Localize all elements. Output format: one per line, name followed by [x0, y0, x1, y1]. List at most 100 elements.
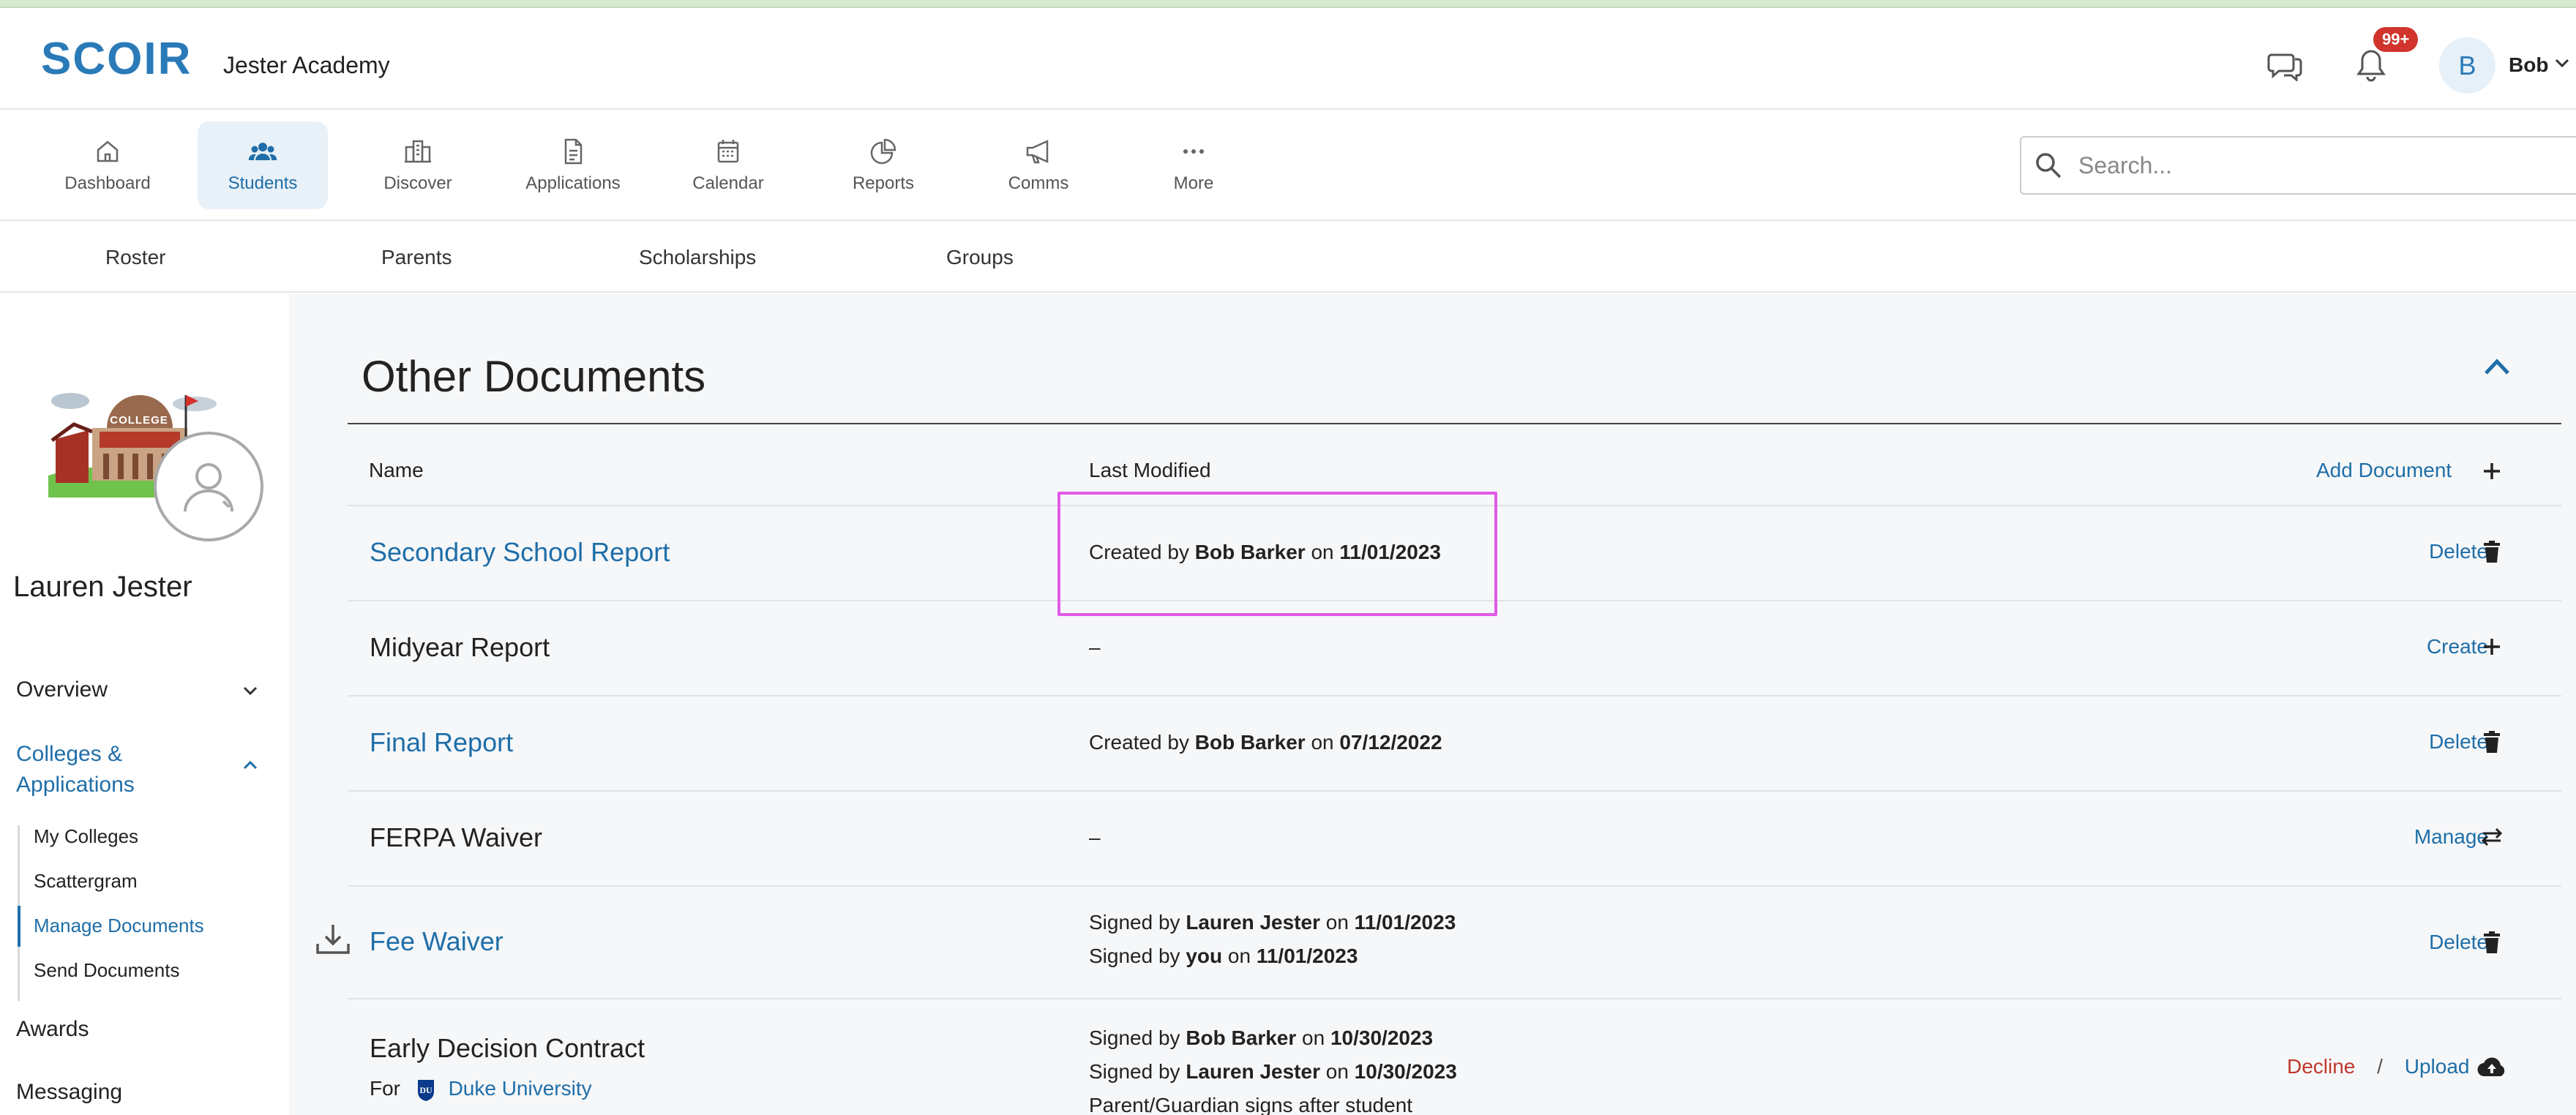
sidebar-messaging[interactable]: Messaging — [16, 1080, 122, 1105]
section-title: Other Documents — [362, 352, 706, 401]
nav-comms[interactable]: Comms — [973, 121, 1104, 209]
app-header: SCOIR Jester Academy 99+ B Bob — [0, 8, 2576, 110]
sidebar-scattergram[interactable]: Scattergram — [34, 870, 138, 893]
chat-icon[interactable] — [2264, 43, 2307, 87]
document-name-link[interactable]: Secondary School Report — [370, 537, 670, 568]
megaphone-icon — [1026, 140, 1049, 164]
nav-more[interactable]: More — [1128, 121, 1259, 209]
chevron-down-icon[interactable] — [242, 682, 259, 703]
table-row: Final Report Created by Bob Barker on 07… — [348, 695, 2561, 790]
sidebar-overview[interactable]: Overview — [16, 677, 108, 702]
more-icon — [1183, 149, 1204, 154]
nav-discover[interactable]: Discover — [353, 121, 483, 209]
document-name-link[interactable]: Final Report — [370, 727, 513, 758]
create-button[interactable]: Create — [2393, 635, 2488, 658]
school-name: Jester Academy — [223, 52, 390, 78]
document-name: Midyear Report — [370, 632, 550, 662]
for-label: For — [370, 1077, 400, 1100]
home-icon — [97, 140, 119, 162]
trash-icon[interactable] — [2477, 928, 2506, 957]
user-menu-name[interactable]: Bob — [2509, 53, 2548, 77]
document-name: Early Decision Contract — [370, 1033, 645, 1063]
highlight-annotation — [1057, 492, 1497, 616]
signature-line: Signed by Lauren Jester on 10/30/2023 — [1089, 1055, 1457, 1089]
main-nav: Dashboard Students Discover Applications… — [0, 111, 2576, 221]
nav-reports[interactable]: Reports — [818, 121, 948, 209]
modified-prefix: Created by — [1089, 731, 1195, 754]
table-row: Fee Waiver Signed by Lauren Jester on 11… — [316, 885, 2561, 998]
last-modified: Signed by Lauren Jester on 11/01/2023 Si… — [1089, 906, 1456, 973]
scoir-logo[interactable]: SCOIR — [41, 34, 195, 84]
search-input[interactable] — [2078, 151, 2517, 179]
delete-button[interactable]: Delete — [2393, 730, 2488, 754]
document-name-link[interactable]: Fee Waiver — [370, 926, 503, 957]
sidebar-colleges-line1: Colleges & — [16, 742, 123, 766]
action-separator: / — [2377, 1055, 2383, 1078]
signed-mid: on — [1296, 1026, 1330, 1049]
nav-label: Dashboard — [64, 173, 151, 193]
plus-icon[interactable] — [2477, 632, 2506, 661]
nav-students[interactable]: Students — [198, 121, 328, 209]
subnav-parents[interactable]: Parents — [381, 246, 452, 269]
table-row: FERPA Waiver – Manage — [348, 790, 2561, 885]
plus-icon[interactable] — [2477, 457, 2506, 486]
user-avatar[interactable]: B — [2439, 37, 2496, 94]
add-document-link[interactable]: Add Document — [2316, 459, 2452, 482]
delete-button[interactable]: Delete — [2393, 540, 2488, 563]
for-college: For DU Duke University — [370, 1077, 592, 1102]
student-avatar — [154, 432, 263, 541]
signed-person: Lauren Jester — [1186, 911, 1320, 934]
sidebar-send-documents[interactable]: Send Documents — [34, 959, 179, 982]
signed-mid: on — [1222, 945, 1257, 967]
people-icon — [248, 143, 277, 160]
nav-label: Comms — [1008, 173, 1069, 193]
nav-label: Calendar — [692, 173, 764, 193]
trash-icon[interactable] — [2477, 537, 2506, 566]
subnav-groups[interactable]: Groups — [946, 246, 1014, 269]
upload-button[interactable]: Upload — [2405, 1055, 2470, 1078]
sub-nav: Roster Parents Scholarships Groups — [0, 222, 2576, 293]
chevron-up-icon[interactable] — [242, 757, 259, 778]
signed-person: Bob Barker — [1186, 1026, 1297, 1049]
chevron-down-icon[interactable] — [2554, 55, 2570, 75]
trash-icon[interactable] — [2477, 727, 2506, 757]
subnav-scholarships[interactable]: Scholarships — [639, 246, 756, 269]
subnav-roster[interactable]: Roster — [105, 246, 165, 269]
chevron-up-icon[interactable] — [2482, 356, 2512, 381]
modified-date: 07/12/2022 — [1339, 731, 1442, 754]
nav-dashboard[interactable]: Dashboard — [42, 121, 173, 209]
notification-badge: 99+ — [2373, 27, 2419, 52]
sidebar-colleges-applications[interactable]: Colleges & Applications — [16, 739, 135, 800]
manage-button[interactable]: Manage — [2393, 825, 2488, 849]
illustration-label: COLLEGE — [110, 414, 168, 427]
column-header-last-modified: Last Modified — [1089, 459, 1211, 481]
signed-date: 10/30/2023 — [1330, 1026, 1434, 1049]
last-modified: – — [1089, 636, 1101, 658]
cloud-upload-icon[interactable] — [2477, 1052, 2506, 1081]
sidebar-colleges-line2: Applications — [16, 773, 135, 797]
svg-text:DU: DU — [419, 1085, 433, 1095]
decline-button[interactable]: Decline — [2287, 1055, 2355, 1078]
last-modified: Created by Bob Barker on 07/12/2022 — [1089, 726, 1442, 759]
signed-person: you — [1186, 945, 1223, 967]
college-link[interactable]: Duke University — [449, 1077, 592, 1100]
student-sidebar: COLLEGE Lauren Jester Overview Colleges … — [0, 294, 289, 1115]
nav-label: Reports — [852, 173, 915, 193]
download-icon[interactable] — [315, 923, 351, 959]
nav-calendar[interactable]: Calendar — [663, 121, 793, 209]
last-modified: – — [1089, 826, 1101, 849]
nav-applications[interactable]: Applications — [508, 121, 638, 209]
signed-prefix: Signed by — [1089, 911, 1186, 934]
signed-date: 11/01/2023 — [1256, 945, 1358, 967]
sidebar-awards[interactable]: Awards — [16, 1017, 89, 1042]
signature-line: Signed by Lauren Jester on 11/01/2023 — [1089, 906, 1456, 939]
pie-chart-icon — [870, 138, 896, 165]
signed-date: 11/01/2023 — [1354, 911, 1456, 934]
swap-icon[interactable] — [2477, 822, 2506, 852]
search-box[interactable] — [2020, 136, 2576, 195]
student-name: Lauren Jester — [13, 571, 192, 603]
delete-button[interactable]: Delete — [2393, 931, 2488, 954]
sidebar-my-colleges[interactable]: My Colleges — [34, 825, 138, 848]
sidebar-manage-documents[interactable]: Manage Documents — [34, 915, 204, 937]
browser-top-strip — [0, 0, 2576, 8]
